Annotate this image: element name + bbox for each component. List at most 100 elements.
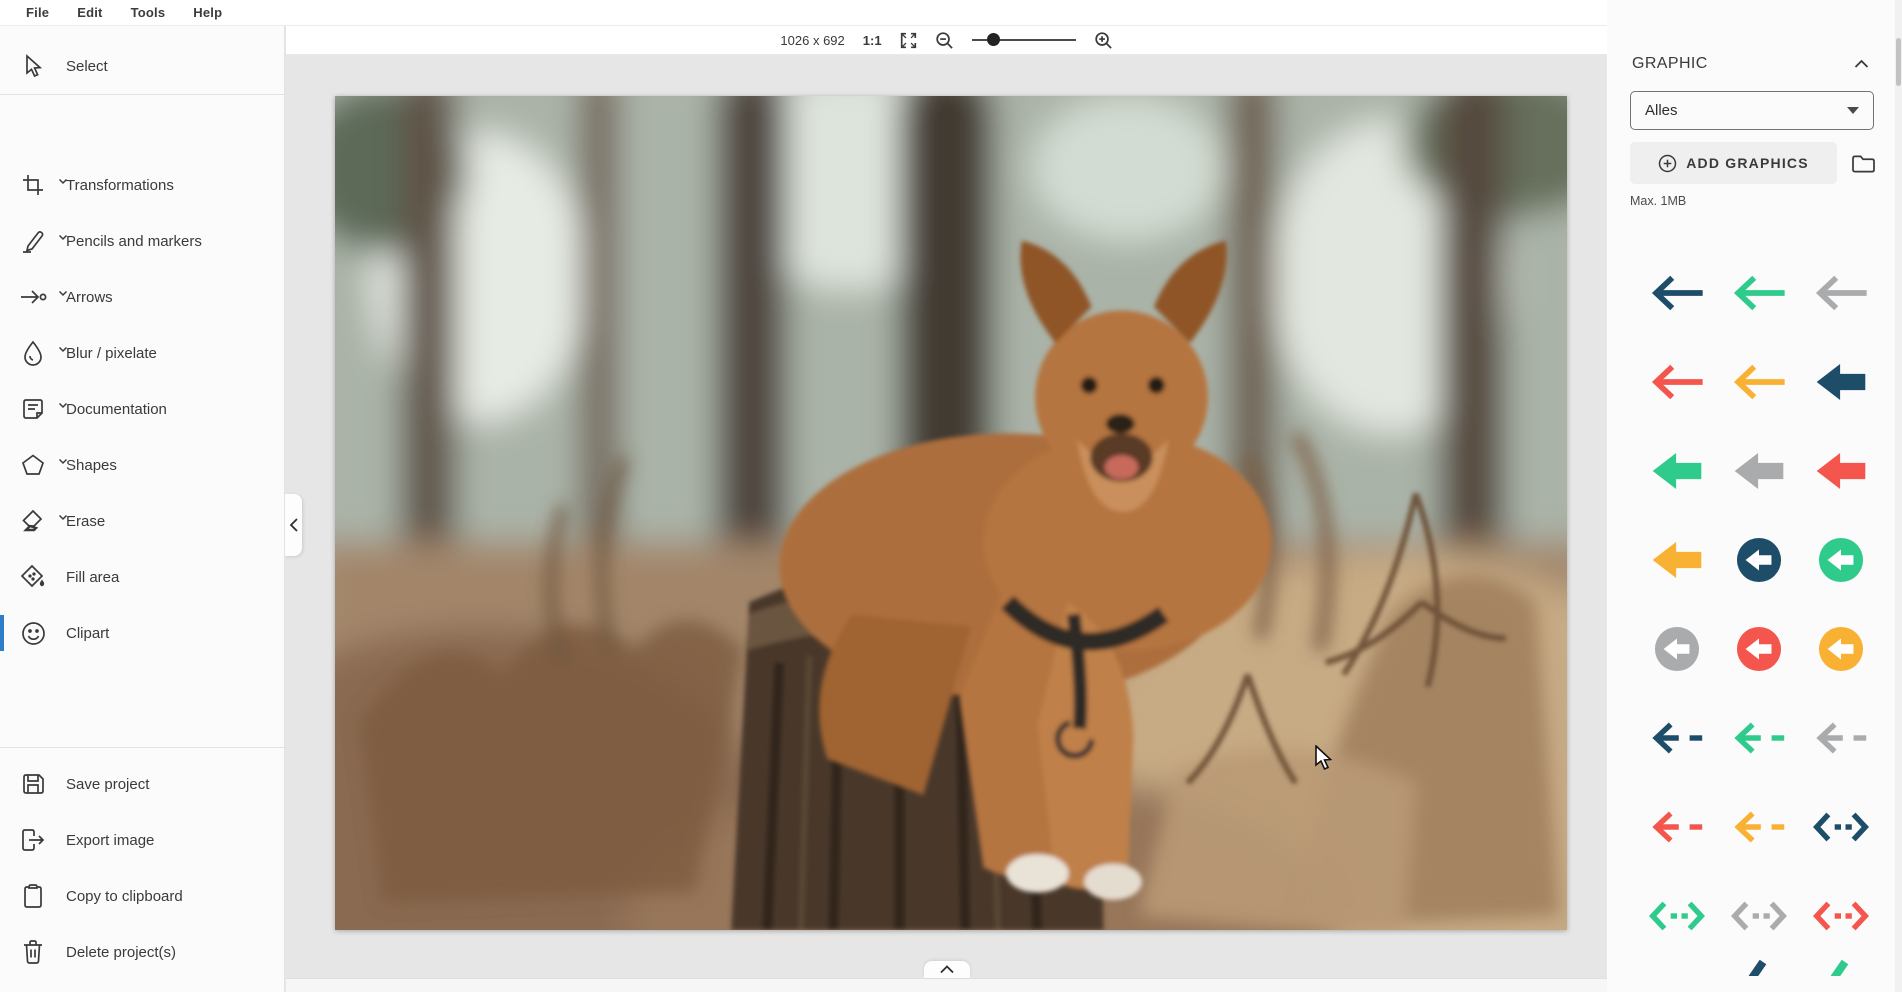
panel-scrollbar[interactable] — [1895, 0, 1902, 992]
bottom-panel-expand-handle[interactable] — [924, 961, 970, 978]
chevron-up-icon[interactable] — [1854, 59, 1869, 69]
sidebar-tools-gap — [0, 95, 284, 157]
fit-fullscreen-icon[interactable] — [900, 32, 917, 49]
eraser-icon — [18, 506, 48, 536]
sidebar-tools-group: TransformationsPencils and markers Arrows… — [0, 157, 284, 661]
arrow-block-left-navy[interactable] — [1800, 337, 1882, 426]
arrow-dash-left-red[interactable] — [1636, 782, 1718, 871]
arrow-dash-left-gray[interactable] — [1800, 693, 1882, 782]
arrow-double-dash-navy[interactable] — [1800, 782, 1882, 871]
sidebar-item-export-image[interactable]: Export image — [0, 812, 284, 868]
chevron-down-icon — [58, 228, 68, 246]
sidebar-actions-group: Save projectExport image Copy to clipboar… — [0, 756, 284, 980]
graphics-grid — [1636, 248, 1882, 992]
menu-edit[interactable]: Edit — [63, 5, 116, 20]
bottom-panel-strip — [286, 978, 1607, 992]
sidebar-item-label: Fill area — [66, 569, 119, 586]
chevron-down-icon — [1847, 107, 1859, 114]
arrow-partial-green[interactable] — [1800, 960, 1882, 992]
chevron-down-icon — [58, 172, 68, 190]
sidebar-item-shapes[interactable]: Shapes — [0, 437, 284, 493]
sidebar-item-erase[interactable]: Erase — [0, 493, 284, 549]
sidebar-item-documentation[interactable]: Documentation — [0, 381, 284, 437]
zoom-slider[interactable] — [972, 33, 1076, 47]
arrow-dash-left-orange[interactable] — [1718, 782, 1800, 871]
arrow-dash-left-green[interactable] — [1718, 693, 1800, 782]
sidebar-item-fill-area[interactable]: Fill area — [0, 549, 284, 605]
max-size-note: Max. 1MB — [1630, 194, 1895, 208]
zoom-out-icon[interactable] — [935, 31, 954, 50]
arrow-circle-icon — [18, 282, 48, 312]
sidebar-item-label: Arrows — [66, 289, 113, 306]
sidebar-item-clipart[interactable]: Clipart — [0, 605, 284, 661]
sidebar-item-arrows[interactable]: Arrows — [0, 269, 284, 325]
arrow-line-left-gray[interactable] — [1800, 248, 1882, 337]
arrow-partial-spacer — [1636, 960, 1718, 992]
zoom-ratio-label[interactable]: 1:1 — [863, 33, 882, 48]
image-editor-app: FileEditToolsHelp Select Transformations… — [0, 0, 1902, 992]
arrow-block-left-green[interactable] — [1636, 426, 1718, 515]
zoom-slider-thumb[interactable] — [987, 33, 1000, 46]
trash-icon — [18, 937, 48, 967]
smiley-icon — [18, 618, 48, 648]
sidebar-collapse-handle[interactable] — [285, 494, 302, 556]
sidebar-actions-gap — [0, 748, 284, 756]
add-graphics-button[interactable]: ADD GRAPHICS — [1630, 142, 1837, 184]
chevron-down-icon — [58, 340, 68, 358]
sidebar-item-label: Documentation — [66, 401, 167, 418]
menu-file[interactable]: File — [12, 5, 63, 20]
chevron-down-icon — [58, 452, 68, 470]
arrow-block-left-red[interactable] — [1800, 426, 1882, 515]
arrow-double-dash-red[interactable] — [1800, 871, 1882, 960]
menu-bar: FileEditToolsHelp — [0, 0, 1607, 26]
sidebar-item-label: Copy to clipboard — [66, 888, 183, 905]
cursor-icon — [18, 51, 48, 81]
arrow-line-left-orange[interactable] — [1718, 337, 1800, 426]
arrow-dash-left-navy[interactable] — [1636, 693, 1718, 782]
sidebar-item-label: Clipart — [66, 625, 109, 642]
sidebar-item-pencils-and-markers[interactable]: Pencils and markers — [0, 213, 284, 269]
arrow-double-dash-green[interactable] — [1636, 871, 1718, 960]
arrow-line-left-green[interactable] — [1718, 248, 1800, 337]
graphic-panel-title: GRAPHIC — [1632, 55, 1708, 73]
pentagon-icon — [18, 450, 48, 480]
arrow-circle-left-orange[interactable] — [1800, 604, 1882, 693]
open-folder-icon[interactable] — [1851, 153, 1876, 174]
canvas-dimensions-label: 1026 x 692 — [780, 33, 844, 48]
marker-icon — [18, 226, 48, 256]
canvas-photo-dog-on-stump[interactable] — [335, 96, 1567, 930]
graphic-filter-select[interactable]: Alles — [1630, 91, 1874, 130]
sidebar-item-blur-pixelate[interactable]: Blur / pixelate — [0, 325, 284, 381]
add-graphics-row: ADD GRAPHICS — [1630, 142, 1895, 184]
arrow-line-left-red[interactable] — [1636, 337, 1718, 426]
fill-icon — [18, 562, 48, 592]
menu-tools[interactable]: Tools — [117, 5, 180, 20]
arrow-circle-left-red[interactable] — [1718, 604, 1800, 693]
panel-scrollbar-thumb[interactable] — [1896, 38, 1901, 86]
arrow-double-dash-gray[interactable] — [1718, 871, 1800, 960]
sidebar-item-copy-to-clipboard[interactable]: Copy to clipboard — [0, 868, 284, 924]
arrow-circle-left-green[interactable] — [1800, 515, 1882, 604]
arrow-partial-navy[interactable] — [1718, 960, 1800, 992]
arrow-line-left-navy[interactable] — [1636, 248, 1718, 337]
sidebar-item-delete-project-s[interactable]: Delete project(s) — [0, 924, 284, 980]
menu-help[interactable]: Help — [179, 5, 236, 20]
canvas-area: 1026 x 692 1:1 — [286, 26, 1607, 992]
canvas-toolbar: 1026 x 692 1:1 — [286, 26, 1607, 55]
sidebar-item-save-project[interactable]: Save project — [0, 756, 284, 812]
sidebar-item-transformations[interactable]: Transformations — [0, 157, 284, 213]
chevron-down-icon — [58, 396, 68, 414]
arrow-circle-left-navy[interactable] — [1718, 515, 1800, 604]
sidebar-top-gap — [0, 26, 284, 38]
zoom-in-icon[interactable] — [1094, 31, 1113, 50]
arrow-circle-left-gray[interactable] — [1636, 604, 1718, 693]
sidebar-select-group: Select — [0, 38, 284, 94]
sidebar-item-select[interactable]: Select — [0, 38, 284, 94]
export-icon — [18, 825, 48, 855]
graphic-panel-header: GRAPHIC — [1632, 55, 1869, 73]
sidebar-item-label: Blur / pixelate — [66, 345, 157, 362]
arrow-block-left-orange[interactable] — [1636, 515, 1718, 604]
arrow-block-left-gray[interactable] — [1718, 426, 1800, 515]
note-icon — [18, 394, 48, 424]
tool-sidebar: Select TransformationsPencils and marker… — [0, 26, 285, 992]
